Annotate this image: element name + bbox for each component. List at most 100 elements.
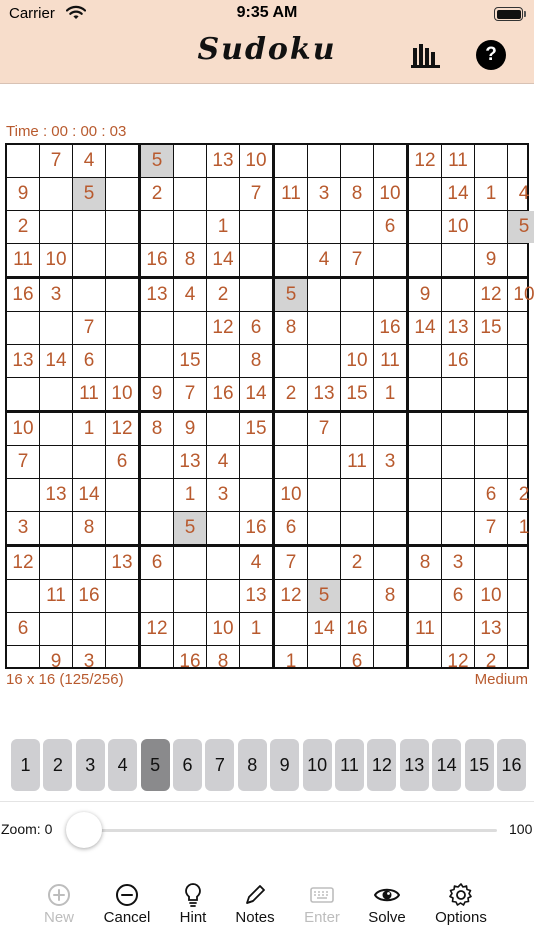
number-key-5[interactable]: 5 <box>140 739 170 791</box>
board-cell[interactable] <box>442 479 474 511</box>
board-cell[interactable]: 16 <box>174 646 206 678</box>
number-key-4[interactable]: 4 <box>108 739 138 791</box>
board-cell[interactable]: 7 <box>341 244 373 276</box>
board-cell[interactable]: 5 <box>308 580 340 612</box>
board-cell[interactable] <box>106 279 138 311</box>
board-cell[interactable] <box>475 145 507 177</box>
board-cell[interactable] <box>207 178 239 210</box>
board-cell[interactable]: 11 <box>409 613 441 645</box>
board-cell[interactable]: 13 <box>106 547 138 579</box>
board-cell[interactable]: 11 <box>73 378 105 410</box>
board-cell[interactable] <box>475 378 507 410</box>
board-cell[interactable] <box>442 378 474 410</box>
board-cell[interactable]: 10 <box>442 211 474 243</box>
board-cell[interactable] <box>341 145 373 177</box>
board-cell[interactable] <box>409 211 441 243</box>
board-cell[interactable] <box>409 580 441 612</box>
board-cell[interactable]: 3 <box>207 479 239 511</box>
board-cell[interactable]: 12 <box>409 145 441 177</box>
board-cell[interactable]: 10 <box>40 244 72 276</box>
board-cell[interactable]: 1 <box>73 413 105 445</box>
board-cell[interactable] <box>73 244 105 276</box>
board-cell[interactable]: 16 <box>240 512 272 544</box>
board-cell[interactable]: 13 <box>207 145 239 177</box>
number-key-12[interactable]: 12 <box>367 739 397 791</box>
board-cell[interactable] <box>40 613 72 645</box>
board-cell[interactable]: 7 <box>73 312 105 344</box>
board-cell[interactable] <box>374 413 406 445</box>
board-cell[interactable]: 3 <box>308 178 340 210</box>
board-cell[interactable] <box>106 580 138 612</box>
board-cell[interactable]: 6 <box>141 547 173 579</box>
board-cell[interactable]: 13 <box>442 312 474 344</box>
board-cell[interactable]: 2 <box>341 547 373 579</box>
board-cell[interactable]: 12 <box>141 613 173 645</box>
board-cell[interactable] <box>106 244 138 276</box>
board-cell[interactable]: 6 <box>73 345 105 377</box>
board-cell[interactable] <box>308 547 340 579</box>
board-cell[interactable]: 16 <box>207 378 239 410</box>
board-cell[interactable] <box>207 580 239 612</box>
hint-button[interactable]: Hint <box>158 882 228 932</box>
board-cell[interactable]: 13 <box>240 580 272 612</box>
board-cell[interactable] <box>174 613 206 645</box>
board-cell[interactable] <box>341 312 373 344</box>
board-cell[interactable] <box>442 512 474 544</box>
board-cell[interactable]: 14 <box>73 479 105 511</box>
board-cell[interactable] <box>475 211 507 243</box>
board-cell[interactable]: 3 <box>40 279 72 311</box>
number-key-13[interactable]: 13 <box>399 739 429 791</box>
options-button[interactable]: Options <box>426 882 496 932</box>
board-cell[interactable]: 14 <box>409 312 441 344</box>
board-cell[interactable] <box>508 547 534 579</box>
board-cell[interactable] <box>7 580 39 612</box>
board-cell[interactable] <box>374 512 406 544</box>
number-key-9[interactable]: 9 <box>270 739 300 791</box>
board-cell[interactable]: 16 <box>341 613 373 645</box>
board-cell[interactable]: 6 <box>442 580 474 612</box>
board-cell[interactable] <box>275 413 307 445</box>
board-cell[interactable] <box>275 345 307 377</box>
board-cell[interactable] <box>308 312 340 344</box>
board-cell[interactable]: 9 <box>475 244 507 276</box>
board-cell[interactable]: 16 <box>73 580 105 612</box>
board-cell[interactable] <box>240 646 272 678</box>
board-cell[interactable]: 9 <box>174 413 206 445</box>
board-cell[interactable] <box>240 279 272 311</box>
number-key-3[interactable]: 3 <box>75 739 105 791</box>
board-cell[interactable]: 10 <box>508 279 534 311</box>
cancel-button[interactable]: Cancel <box>92 882 162 932</box>
board-cell[interactable] <box>174 178 206 210</box>
board-cell[interactable]: 12 <box>275 580 307 612</box>
board-cell[interactable]: 11 <box>7 244 39 276</box>
board-cell[interactable] <box>141 446 173 478</box>
board-cell[interactable]: 8 <box>207 646 239 678</box>
board-cell[interactable] <box>141 580 173 612</box>
board-cell[interactable] <box>40 312 72 344</box>
board-cell[interactable] <box>73 613 105 645</box>
board-cell[interactable]: 10 <box>106 378 138 410</box>
board-cell[interactable]: 8 <box>73 512 105 544</box>
board-cell[interactable] <box>240 211 272 243</box>
board-cell[interactable] <box>174 547 206 579</box>
enter-button[interactable]: Enter <box>287 882 357 932</box>
number-key-2[interactable]: 2 <box>43 739 73 791</box>
board-cell[interactable] <box>141 479 173 511</box>
board-cell[interactable] <box>475 547 507 579</box>
board-cell[interactable]: 5 <box>73 178 105 210</box>
board-cell[interactable] <box>409 178 441 210</box>
board-cell[interactable] <box>475 345 507 377</box>
board-cell[interactable] <box>106 211 138 243</box>
board-cell[interactable]: 8 <box>374 580 406 612</box>
board-cell[interactable]: 2 <box>7 211 39 243</box>
board-cell[interactable] <box>508 378 534 410</box>
number-key-11[interactable]: 11 <box>335 739 364 791</box>
board-cell[interactable] <box>341 580 373 612</box>
board-cell[interactable] <box>308 145 340 177</box>
board-cell[interactable]: 12 <box>442 646 474 678</box>
board-cell[interactable]: 16 <box>141 244 173 276</box>
board-cell[interactable]: 1 <box>374 378 406 410</box>
board-cell[interactable]: 6 <box>374 211 406 243</box>
board-cell[interactable]: 4 <box>508 178 534 210</box>
board-cell[interactable] <box>141 345 173 377</box>
